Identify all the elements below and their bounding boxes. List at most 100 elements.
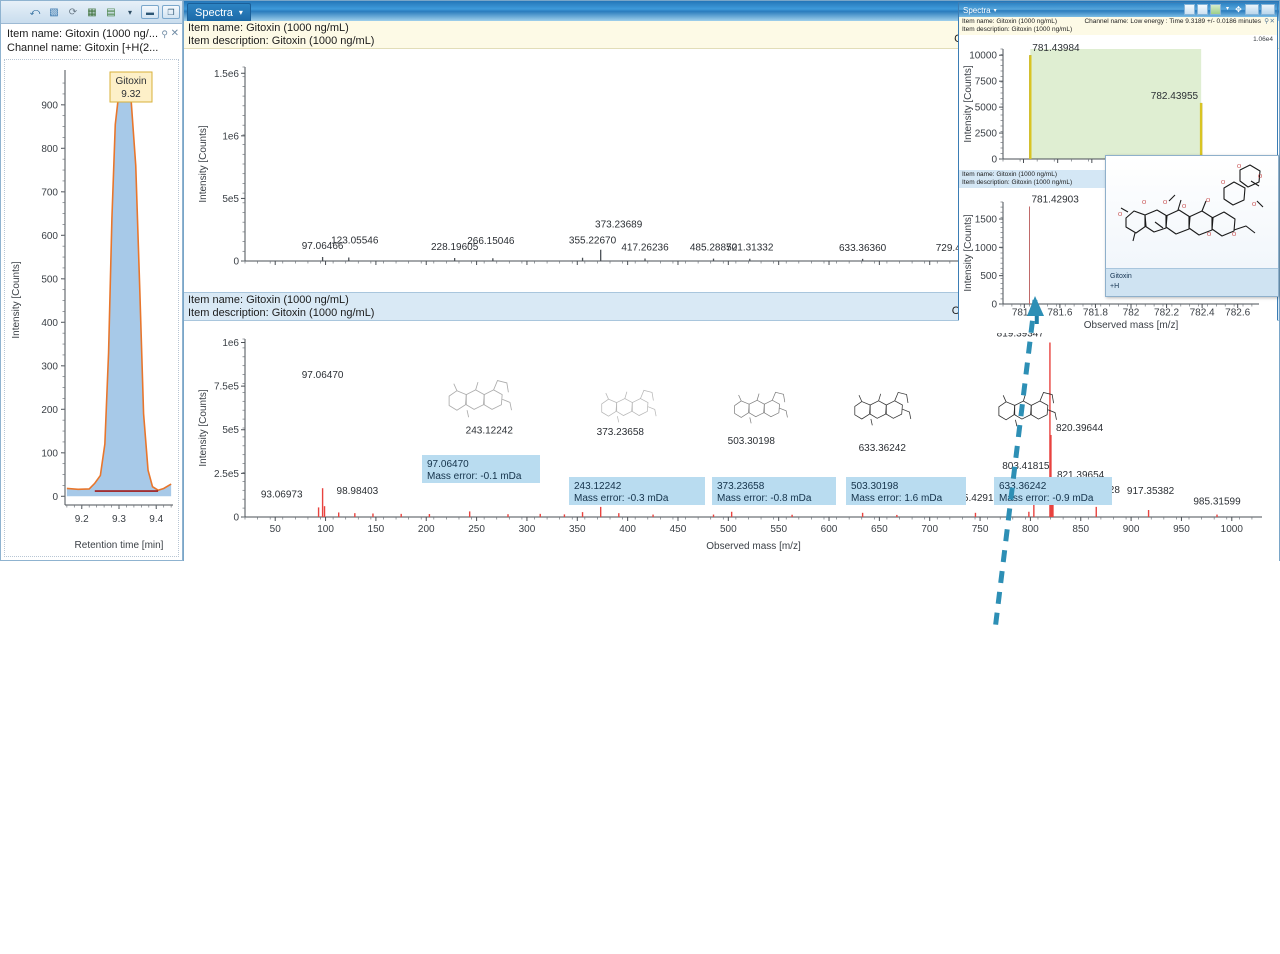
svg-text:500: 500 [41, 274, 58, 285]
svg-text:781.42903: 781.42903 [1031, 195, 1079, 206]
minimize-button[interactable]: ▬ [141, 5, 159, 19]
refresh-icon[interactable]: ⟳ [65, 4, 81, 20]
svg-text:782.4: 782.4 [1190, 308, 1215, 319]
svg-text:97.06470: 97.06470 [302, 370, 344, 381]
svg-text:10000: 10000 [969, 51, 997, 62]
svg-text:100: 100 [41, 448, 58, 459]
chevron-down-icon[interactable]: ▾ [994, 7, 997, 14]
svg-text:Mass error: -0.9 mDa: Mass error: -0.9 mDa [999, 493, 1094, 504]
annotate-icon[interactable]: ▧ [46, 4, 62, 20]
low-energy-item-name: Item name: Gitoxin (1000 ng/mL) [188, 22, 349, 34]
svg-text:0: 0 [991, 300, 997, 311]
structure-adduct: +H [1110, 283, 1120, 290]
zoom-icon[interactable] [1184, 4, 1195, 15]
fragment-structure-icon [998, 391, 1057, 427]
high-energy-item-name: Item name: Gitoxin (1000 ng/mL) [188, 294, 349, 306]
svg-text:400: 400 [41, 318, 58, 329]
minimize-button[interactable] [1245, 4, 1259, 15]
svg-text:O: O [1207, 232, 1212, 238]
svg-text:5e5: 5e5 [222, 425, 239, 436]
pin-icon[interactable]: ⚲ [161, 27, 168, 41]
svg-text:600: 600 [821, 524, 838, 535]
svg-text:150: 150 [368, 524, 385, 535]
svg-text:782.2: 782.2 [1154, 308, 1179, 319]
svg-text:300: 300 [519, 524, 536, 535]
svg-text:550: 550 [770, 524, 787, 535]
mini-spectra-titlebar[interactable]: Spectra ▾ ▾ ✥ [959, 3, 1277, 17]
svg-text:850: 850 [1072, 524, 1089, 535]
svg-text:Gitoxin: Gitoxin [115, 76, 146, 87]
structure-popup-caption: Gitoxin +H [1106, 268, 1278, 296]
svg-text:300: 300 [41, 361, 58, 372]
dropdown-icon[interactable]: ▾ [1223, 5, 1232, 14]
svg-text:266.15046: 266.15046 [467, 236, 515, 247]
svg-text:633.36360: 633.36360 [839, 243, 887, 254]
svg-text:633.36242: 633.36242 [859, 443, 907, 454]
svg-text:1500: 1500 [975, 215, 998, 226]
svg-text:O: O [1206, 198, 1211, 204]
svg-text:803.41815: 803.41815 [1002, 461, 1050, 472]
table-icon[interactable] [1197, 4, 1208, 15]
svg-text:Mass error: -0.1 mDa: Mass error: -0.1 mDa [427, 471, 522, 482]
svg-text:503.30198: 503.30198 [851, 481, 899, 492]
tab-spectra-label: Spectra [195, 6, 233, 19]
mini-spectra-title-label: Spectra [963, 5, 991, 15]
high-energy-plot[interactable]: 1.02e6 02.5e55e57.5e51e65010015020025030… [184, 321, 1279, 564]
restore-button[interactable] [1261, 4, 1275, 15]
svg-text:98.98403: 98.98403 [337, 486, 379, 497]
svg-text:243.12242: 243.12242 [574, 481, 622, 492]
svg-text:O: O [1237, 164, 1242, 170]
svg-text:O: O [1163, 200, 1168, 206]
svg-text:O: O [1142, 200, 1147, 206]
svg-text:1e6: 1e6 [222, 131, 239, 142]
mass-error-callout: 243.12242Mass error: -0.3 mDa [569, 477, 705, 505]
move-icon[interactable]: ✥ [1234, 5, 1243, 14]
svg-text:7.5e5: 7.5e5 [214, 382, 239, 393]
export-icon[interactable]: ▤ [103, 4, 119, 20]
table-icon[interactable]: ▦ [84, 4, 100, 20]
export-icon[interactable] [1210, 4, 1221, 15]
svg-text:5e5: 5e5 [222, 194, 239, 205]
tab-spectra[interactable]: Spectra ▾ [187, 3, 251, 21]
fragment-structure-icon [734, 391, 788, 424]
svg-text:Retention time [min]: Retention time [min] [75, 540, 164, 551]
svg-text:243.12242: 243.12242 [466, 425, 514, 436]
high-energy-item-description: Item description: Gitoxin (1000 ng/mL) [188, 307, 375, 319]
restore-button[interactable]: ❐ [162, 5, 180, 19]
svg-text:Mass error: -0.8 mDa: Mass error: -0.8 mDa [717, 493, 812, 504]
structure-popup[interactable]: O O O O O O O O O O O Gitoxin +H [1105, 155, 1279, 297]
pin-icon[interactable]: ⚲ [1264, 18, 1269, 26]
svg-text:O: O [1252, 202, 1257, 208]
svg-text:2.5e5: 2.5e5 [214, 469, 239, 480]
close-icon[interactable]: ✕ [171, 27, 179, 41]
dropdown-icon[interactable]: ▾ [122, 4, 138, 20]
svg-text:1000: 1000 [975, 243, 998, 254]
svg-text:0: 0 [52, 492, 58, 503]
chromatogram-peak-label: Gitoxin 9.32 [109, 71, 153, 103]
chevron-down-icon[interactable]: ▾ [239, 8, 243, 17]
svg-text:0: 0 [991, 155, 997, 166]
low-energy-item-description: Item description: Gitoxin (1000 ng/mL) [188, 35, 375, 47]
svg-text:373.23658: 373.23658 [597, 427, 645, 438]
svg-text:9.2: 9.2 [75, 514, 89, 525]
svg-text:Intensity [Counts]: Intensity [Counts] [198, 389, 209, 466]
chromatogram-item-name: Item name: Gitoxin (1000 ng/... [7, 28, 159, 40]
svg-text:123.05546: 123.05546 [331, 235, 379, 246]
fragment-structure-icon [854, 391, 912, 426]
svg-text:5000: 5000 [975, 103, 998, 114]
molecule-structure-icon: O O O O O O O O O O O [1118, 164, 1264, 242]
chromatogram-plot[interactable]: 0 100 200 300 400 500 600 700 800 900 9.2 9.3 9.4 G… [4, 59, 179, 557]
svg-text:650: 650 [871, 524, 888, 535]
svg-text:O: O [1258, 174, 1263, 180]
chromatogram-channel-name: Channel name: Gitoxin [+H(2... [7, 42, 159, 54]
mass-error-callout: 373.23658Mass error: -0.8 mDa [712, 477, 836, 505]
mini-top-plot[interactable]: 1.06e4 0 2500 5000 7500 10000 781.43984 782.43… [959, 35, 1277, 170]
mini-top-header: Item name: Gitoxin (1000 ng/mL) Item des… [959, 17, 1277, 35]
svg-text:500: 500 [720, 524, 737, 535]
close-icon[interactable]: ✕ [1270, 18, 1275, 26]
mass-error-callout: 633.36242Mass error: -0.9 mDa [994, 477, 1112, 505]
svg-text:820.39644: 820.39644 [1056, 423, 1104, 434]
svg-text:750: 750 [972, 524, 989, 535]
svg-text:Intensity [Counts]: Intensity [Counts] [963, 65, 974, 142]
zoom-out-icon[interactable]: ⤺ [27, 4, 43, 20]
